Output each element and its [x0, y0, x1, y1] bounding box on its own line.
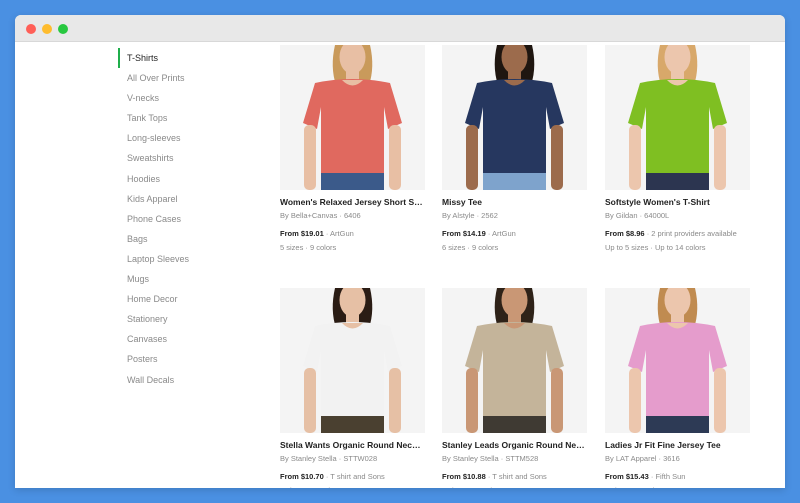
- product-sizes-colors: 4 sizes · 12 colors: [280, 486, 425, 488]
- product-price: From $10.88: [442, 472, 486, 481]
- sidebar-item-canvases[interactable]: Canvases: [118, 329, 248, 349]
- product-title[interactable]: Women's Relaxed Jersey Short Sleeve...: [280, 197, 425, 207]
- product-sizes-colors: 5 sizes · 9 colors: [280, 243, 337, 252]
- sidebar-item-home-decor[interactable]: Home Decor: [118, 289, 248, 309]
- sidebar-item-posters[interactable]: Posters: [118, 349, 248, 369]
- product-card[interactable]: Stanley Leads Organic Round Neck T-Shirt…: [442, 288, 587, 488]
- sidebar-item-tank-tops[interactable]: Tank Tops: [118, 108, 248, 128]
- product-card[interactable]: Women's Relaxed Jersey Short Sleeve... B…: [280, 45, 425, 252]
- product-price-line: From $8.96 · 2 print providers available: [605, 229, 750, 238]
- product-price: From $10.70: [280, 472, 324, 481]
- product-image[interactable]: [280, 288, 425, 433]
- product-price-line: From $14.19 · ArtGun: [442, 229, 587, 238]
- product-card[interactable]: Stella Wants Organic Round Neck T-Shirt …: [280, 288, 425, 488]
- product-price: From $19.01: [280, 229, 324, 238]
- sidebar-item-mugs[interactable]: Mugs: [118, 269, 248, 289]
- sidebar-item-hoodies[interactable]: Hoodies: [118, 169, 248, 189]
- product-brand: By Stanley Stella · STTM528: [442, 454, 539, 463]
- sidebar-item-bags[interactable]: Bags: [118, 229, 248, 249]
- product-sizes-colors: 5 sizes · 10 colors: [442, 486, 587, 488]
- product-price: From $14.19: [442, 229, 486, 238]
- browser-window: T-Shirts All Over Prints V-necks Tank Tops L…: [15, 15, 785, 488]
- product-provider: · 2 print providers available: [644, 229, 737, 238]
- product-card[interactable]: Ladies Jr Fit Fine Jersey Tee By LAT App…: [605, 288, 750, 488]
- product-brand: By Alstyle · 2562: [442, 211, 498, 220]
- product-price-line: From $15.43 · Fifth Sun: [605, 472, 750, 481]
- product-image[interactable]: [280, 45, 425, 190]
- product-sizes-colors: 6 sizes · 9 colors: [442, 243, 499, 252]
- sidebar-item-stationery[interactable]: Stationery: [118, 309, 248, 329]
- product-title[interactable]: Stanley Leads Organic Round Neck T-Shirt: [442, 440, 587, 450]
- sidebar-item-kids-apparel[interactable]: Kids Apparel: [118, 189, 248, 209]
- product-sizes-colors: 5 sizes · 11 colors: [605, 486, 750, 488]
- close-window-icon[interactable]: [26, 24, 36, 34]
- product-provider: · T shirt and Sons: [485, 472, 547, 481]
- product-image[interactable]: [605, 45, 750, 190]
- sidebar-item-v-necks[interactable]: V-necks: [118, 88, 248, 108]
- product-title[interactable]: Softstyle Women's T-Shirt: [605, 197, 750, 207]
- product-price: From $15.43: [605, 472, 649, 481]
- category-sidebar: T-Shirts All Over Prints V-necks Tank Tops L…: [118, 48, 248, 390]
- product-brand: By Stanley Stella · STTW028: [280, 454, 378, 463]
- product-sizes-colors: Up to 5 sizes · Up to 14 colors: [605, 243, 706, 252]
- product-brand: By Gildan · 64000L: [605, 211, 670, 220]
- product-image[interactable]: [442, 288, 587, 433]
- product-image[interactable]: [605, 288, 750, 433]
- product-provider: · ArtGun: [485, 229, 516, 238]
- maximize-window-icon[interactable]: [58, 24, 68, 34]
- product-provider: · Fifth Sun: [648, 472, 686, 481]
- product-title[interactable]: Ladies Jr Fit Fine Jersey Tee: [605, 440, 750, 450]
- product-price-line: From $10.88 · T shirt and Sons: [442, 472, 587, 481]
- product-card[interactable]: Softstyle Women's T-Shirt By Gildan · 64…: [605, 45, 750, 252]
- product-brand: By LAT Apparel · 3616: [605, 454, 680, 463]
- sidebar-item-all-over-prints[interactable]: All Over Prints: [118, 68, 248, 88]
- sidebar-item-long-sleeves[interactable]: Long-sleeves: [118, 128, 248, 148]
- product-title[interactable]: Missy Tee: [442, 197, 587, 207]
- sidebar-item-t-shirts[interactable]: T-Shirts: [118, 48, 248, 69]
- product-price-line: From $19.01 · ArtGun: [280, 229, 425, 238]
- product-title[interactable]: Stella Wants Organic Round Neck T-Shirt: [280, 440, 425, 450]
- sidebar-item-wall-decals[interactable]: Wall Decals: [118, 370, 248, 390]
- minimize-window-icon[interactable]: [42, 24, 52, 34]
- sidebar-item-sweatshirts[interactable]: Sweatshirts: [118, 148, 248, 168]
- window-titlebar: [15, 15, 785, 42]
- product-image[interactable]: [442, 45, 587, 190]
- sidebar-item-phone-cases[interactable]: Phone Cases: [118, 209, 248, 229]
- sidebar-item-laptop-sleeves[interactable]: Laptop Sleeves: [118, 249, 248, 269]
- product-brand: By Bella+Canvas · 6406: [280, 211, 361, 220]
- product-provider: · T shirt and Sons: [323, 472, 385, 481]
- product-price-line: From $10.70 · T shirt and Sons: [280, 472, 425, 481]
- product-price: From $8.96: [605, 229, 645, 238]
- product-provider: · ArtGun: [323, 229, 354, 238]
- product-card[interactable]: Missy Tee By Alstyle · 2562 From $14.19 …: [442, 45, 587, 252]
